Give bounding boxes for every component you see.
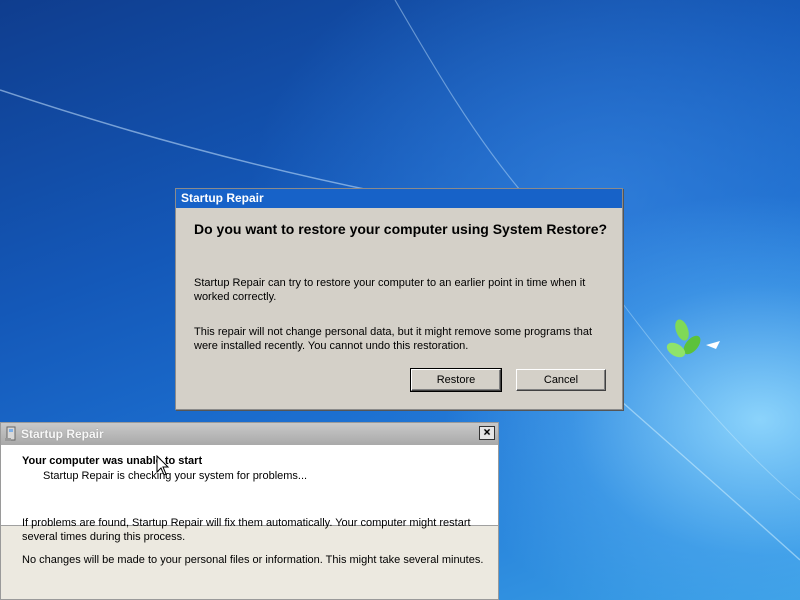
restore-heading: Do you want to restore your computer usi… [194,221,608,237]
startup-repair-app-icon [5,426,16,441]
repair-window-title: Startup Repair [21,427,104,441]
close-button[interactable]: × [479,426,495,440]
restore-warning: This repair will not change personal dat… [194,326,593,352]
mouse-cursor-icon [156,455,170,476]
restore-dialog-title: Startup Repair [176,189,622,208]
status-subtitle: Startup Repair is checking your system f… [43,470,308,482]
startup-repair-window: Startup Repair × Your computer was unabl… [0,422,499,600]
repair-info-fix: If problems are found, Startup Repair wi… [22,517,471,543]
repair-status-panel: Your computer was unable to start Startu… [1,445,498,526]
repair-info-no-changes: No changes will be made to your personal… [22,554,484,566]
restore-dialog: Startup Repair Do you want to restore yo… [175,188,623,410]
leaf-logo-icon [666,319,720,358]
status-title: Your computer was unable to start [22,455,203,467]
cancel-button[interactable]: Cancel [516,369,606,391]
repair-titlebar[interactable]: Startup Repair × [1,423,498,445]
restore-button[interactable]: Restore [410,368,502,392]
restore-description: Startup Repair can try to restore your c… [194,277,586,303]
